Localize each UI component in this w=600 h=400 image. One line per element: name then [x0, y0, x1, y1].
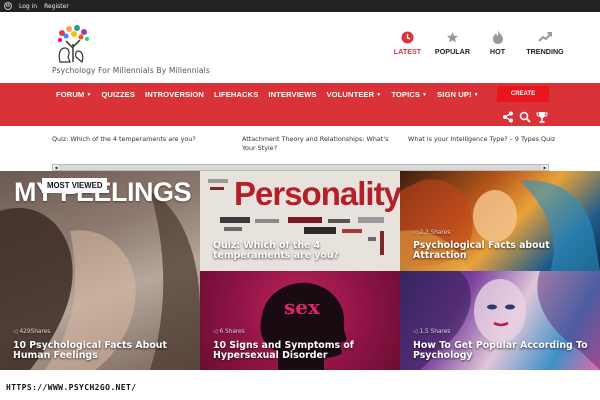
search-icon[interactable] — [519, 108, 531, 127]
nav-item-introversion[interactable]: INTROVERSION — [145, 90, 204, 99]
register-link[interactable]: Register — [44, 3, 69, 10]
feed-trending-label: TRENDING — [526, 47, 564, 56]
chevron-down-icon: ▼ — [86, 92, 92, 98]
post-title[interactable]: 10 Signs and Symptoms of Hypersexual Dis… — [213, 341, 393, 361]
logo-tree-icon[interactable] — [54, 24, 92, 64]
star-icon — [446, 30, 460, 44]
share-count: ◁ 2.3 Shares — [413, 230, 450, 236]
post-tile[interactable]: MY FEELINGS ◁ 429Shares 10 Psychological … — [0, 171, 200, 370]
nav-item-label: INTROVERSION — [145, 90, 205, 99]
most-viewed-badge: MOST VIEWED — [42, 178, 108, 193]
flame-icon — [491, 30, 505, 44]
nav-item-lifehacks[interactable]: LIFEHACKS — [214, 90, 258, 99]
share-icon: ◁ — [13, 329, 18, 335]
strip-item[interactable]: Attachment Theory and Relationships: Wha… — [242, 135, 402, 153]
nav-item-label: VOLUNTEER — [326, 90, 375, 99]
share-icon: ◁ — [213, 329, 218, 335]
horizontal-scrollbar[interactable]: ◀ ▶ — [52, 164, 549, 171]
wordpress-icon[interactable]: W — [4, 2, 12, 10]
post-title[interactable]: How To Get Popular According To Psycholo… — [413, 341, 593, 361]
nav-item-interviews[interactable]: INTERVIEWS — [268, 90, 316, 99]
chevron-down-icon: ▼ — [422, 92, 428, 98]
feed-trending[interactable]: TRENDING — [520, 30, 570, 56]
page: W Log in Register Psychology For Millenn… — [0, 0, 600, 400]
trophy-icon[interactable] — [536, 108, 548, 127]
chevron-down-icon: ▼ — [473, 92, 479, 98]
post-tile[interactable]: Personality Quiz: Which of the 4 tempera… — [200, 171, 400, 271]
share-count-label: 6 Shares — [219, 329, 245, 335]
post-title[interactable]: 10 Psychological Facts About Human Feeli… — [13, 341, 193, 361]
nav-item-label: LIFEHACKS — [214, 90, 259, 99]
login-link[interactable]: Log in — [19, 3, 37, 10]
share-icon[interactable] — [502, 108, 514, 127]
site-header: Psychology For Millennials By Millennial… — [0, 12, 600, 83]
nav-item-quizzes[interactable]: QUIZZES — [101, 90, 135, 99]
post-tile[interactable]: ◁ 2.3 Shares Psychological Facts about At… — [400, 171, 600, 271]
feed-hot[interactable]: HOT — [475, 30, 520, 56]
nav-menu: FORUM ▼ QUIZZES INTROVERSION LIFEHACKS IN… — [56, 90, 479, 99]
feed-latest[interactable]: LATEST — [385, 30, 430, 56]
share-count-label: 2.3 Shares — [419, 230, 451, 236]
strip-item[interactable]: What is your Intelligence Type? – 9 Type… — [408, 135, 568, 144]
nav-item-label: QUIZZES — [101, 90, 136, 99]
nav-item-label: TOPICS — [391, 90, 421, 99]
share-count-label: 429Shares — [19, 329, 51, 335]
share-count: ◁ 1.5 Shares — [413, 329, 450, 335]
nav-item-topics[interactable]: TOPICS ▼ — [391, 90, 427, 99]
nav-item-forum[interactable]: FORUM ▼ — [56, 90, 91, 99]
nav-item-label: FORUM — [56, 90, 85, 99]
clock-icon — [401, 30, 415, 44]
strip-item[interactable]: Quiz: Which of the 4 temperaments are yo… — [52, 135, 222, 144]
site-url: HTTPS://WWW.PSYCH2GO.NET/ — [6, 383, 137, 392]
feed-hot-label: HOT — [489, 47, 506, 56]
feed-latest-label: LATEST — [393, 47, 422, 56]
chevron-down-icon: ▼ — [376, 92, 382, 98]
scroll-right-arrow-icon[interactable]: ▶ — [542, 165, 548, 170]
post-title[interactable]: Psychological Facts about Attraction — [413, 241, 583, 261]
feed-switcher: LATEST POPULAR HOT TRENDING — [385, 30, 570, 56]
share-count-label: 1.5 Shares — [419, 329, 451, 335]
share-icon: ◁ — [413, 230, 418, 236]
feed-popular[interactable]: POPULAR — [430, 30, 475, 56]
share-count: ◁ 429Shares — [13, 329, 50, 335]
nav-tools — [502, 108, 548, 127]
share-count: ◁ 6 Shares — [213, 329, 245, 335]
post-tile[interactable]: sex ◁ 6 Shares 10 Signs and Symptoms of H… — [200, 271, 400, 370]
nav-item-label: INTERVIEWS — [268, 90, 317, 99]
sex-image-text: sex — [284, 295, 320, 319]
trending-up-icon — [538, 30, 552, 44]
post-title[interactable]: Quiz: Which of the 4 temperaments are yo… — [213, 241, 363, 261]
admin-bar: W Log in Register — [0, 0, 600, 12]
create-button[interactable]: CREATE — [497, 86, 549, 102]
nav-item-signup[interactable]: SIGN UP! ▼ — [437, 90, 479, 99]
feed-popular-label: POPULAR — [434, 47, 471, 56]
site-tagline: Psychology For Millennials By Millennial… — [52, 66, 210, 75]
scroll-left-arrow-icon[interactable]: ◀ — [53, 165, 59, 170]
share-icon: ◁ — [413, 329, 418, 335]
nav-item-volunteer[interactable]: VOLUNTEER ▼ — [327, 90, 382, 99]
post-tile[interactable]: ◁ 1.5 Shares How To Get Popular According… — [400, 271, 600, 370]
nav-item-label: SIGN UP! — [437, 90, 472, 99]
